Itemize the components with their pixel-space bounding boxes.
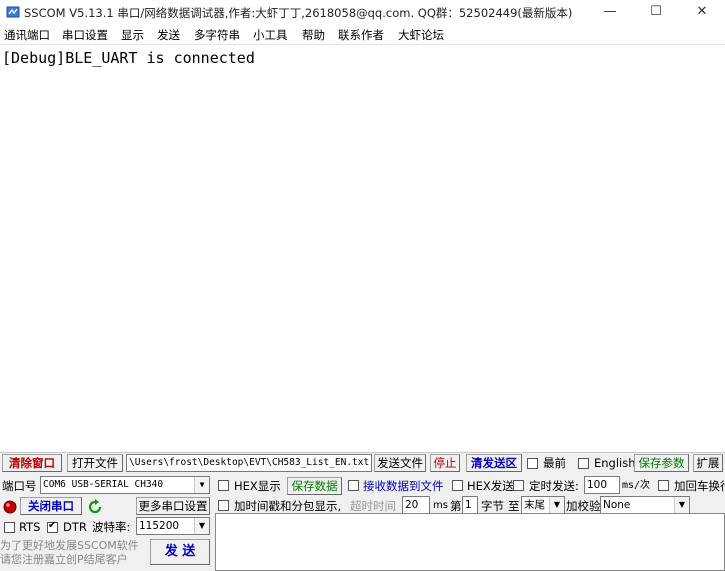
chevron-down-icon: ▼ xyxy=(194,518,209,534)
end-select[interactable]: 末尾 ▼ xyxy=(521,496,565,514)
app-icon xyxy=(6,5,20,19)
front-most-label: 最前 xyxy=(543,456,566,470)
output-scrollbar[interactable] xyxy=(716,45,725,452)
byte-input[interactable]: 1 xyxy=(462,496,478,514)
hex-send-label: HEX发送 xyxy=(467,479,514,493)
menu-item-display[interactable]: 显示 xyxy=(121,27,144,43)
menu-bar: 通讯端口 串口设置 显示 发送 多字符串 小工具 帮助 联系作者 大虾论坛 xyxy=(0,24,725,45)
port-select[interactable]: COM6 USB-SERIAL CH340 ▼ xyxy=(40,476,210,494)
dtr-checkbox[interactable] xyxy=(47,520,58,533)
rts-checkbox[interactable] xyxy=(4,522,15,533)
file-path-field[interactable]: \Users\frost\Desktop\EVT\CH583_List_EN.t… xyxy=(126,454,372,472)
recv-to-file-checkbox[interactable] xyxy=(348,480,359,491)
front-most-checkbox[interactable] xyxy=(527,458,538,469)
save-params-button[interactable]: 保存参数 xyxy=(634,454,689,472)
refresh-icon[interactable] xyxy=(87,499,103,515)
baud-select[interactable]: 115200 ▼ xyxy=(136,517,210,535)
receive-output-area[interactable]: [Debug]BLE_UART is connected xyxy=(0,45,725,452)
expand-button[interactable]: 扩展 xyxy=(693,454,723,472)
timestamp-label: 加时间戳和分包显示, xyxy=(234,499,342,513)
timed-send-checkbox[interactable] xyxy=(513,480,524,491)
menu-item-multi-string[interactable]: 多字符串 xyxy=(194,27,240,43)
port-label: 端口号 xyxy=(2,479,37,493)
promo-line-2: 请您注册嘉立创P结尾客户 xyxy=(0,553,128,566)
menu-item-contact[interactable]: 联系作者 xyxy=(338,27,384,43)
close-port-button[interactable]: 关闭串口 xyxy=(20,497,82,515)
byte-label: 字节 xyxy=(481,499,504,513)
checksum-label: 加校验 xyxy=(566,499,601,513)
minimize-button[interactable]: — xyxy=(587,0,633,24)
to-label: 至 xyxy=(508,499,520,513)
more-settings-button[interactable]: 更多串口设置 xyxy=(136,497,210,515)
menu-item-port[interactable]: 通讯端口 xyxy=(4,27,50,43)
port-value: COM6 USB-SERIAL CH340 xyxy=(43,479,164,490)
baud-value: 115200 xyxy=(139,520,180,532)
clear-send-button[interactable]: 清发送区 xyxy=(466,454,522,472)
menu-item-forum[interactable]: 大虾论坛 xyxy=(398,27,444,43)
add-crlf-checkbox[interactable] xyxy=(658,480,669,491)
byte-prefix: 第 xyxy=(450,499,462,513)
open-file-button[interactable]: 打开文件 xyxy=(67,454,123,472)
english-checkbox[interactable] xyxy=(578,458,589,469)
timeout-label: 超时时间 xyxy=(350,499,396,513)
chevron-down-icon: ▼ xyxy=(194,477,209,493)
title-bar: SSCOM V5.13.1 串口/网络数据调试器,作者:大虾丁丁,2618058… xyxy=(0,0,725,24)
chevron-down-icon: ▼ xyxy=(549,497,564,513)
save-data-button[interactable]: 保存数据 xyxy=(287,477,342,495)
end-value: 末尾 xyxy=(524,499,545,511)
clear-window-button[interactable]: 清除窗口 xyxy=(2,454,62,472)
timeout-unit: ms xyxy=(433,500,448,511)
interval-unit: ms/次 xyxy=(622,480,651,491)
chevron-down-icon: ▼ xyxy=(674,497,689,513)
interval-input[interactable]: 100 xyxy=(584,476,620,494)
timeout-input[interactable]: 20 xyxy=(402,496,430,514)
timed-send-label: 定时发送: xyxy=(529,479,579,493)
menu-item-send[interactable]: 发送 xyxy=(157,27,180,43)
checksum-select[interactable]: None ▼ xyxy=(600,496,690,514)
timestamp-checkbox[interactable] xyxy=(218,500,229,511)
stop-button[interactable]: 停止 xyxy=(430,454,460,472)
english-label: English xyxy=(594,456,636,470)
menu-item-help[interactable]: 帮助 xyxy=(302,27,325,43)
menu-item-serial-settings[interactable]: 串口设置 xyxy=(62,27,108,43)
recv-to-file-label: 接收数据到文件 xyxy=(363,479,444,493)
hex-send-checkbox[interactable] xyxy=(452,480,463,491)
output-line: [Debug]BLE_UART is connected xyxy=(2,49,255,67)
send-file-button[interactable]: 发送文件 xyxy=(374,454,426,472)
checksum-value: None xyxy=(603,499,631,511)
window-title: SSCOM V5.13.1 串口/网络数据调试器,作者:大虾丁丁,2618058… xyxy=(24,6,573,20)
hex-display-checkbox[interactable] xyxy=(218,480,229,491)
maximize-button[interactable]: ☐ xyxy=(633,0,679,24)
dtr-label: DTR xyxy=(63,520,87,534)
rts-label: RTS xyxy=(19,520,41,534)
baud-label: 波特率: xyxy=(92,520,131,534)
port-status-icon xyxy=(3,500,17,514)
add-crlf-label: 加回车换行 xyxy=(674,479,725,493)
close-button[interactable]: ✕ xyxy=(679,0,725,24)
send-text-area[interactable] xyxy=(215,513,725,571)
hex-display-label: HEX显示 xyxy=(234,479,281,493)
menu-item-tools[interactable]: 小工具 xyxy=(253,27,288,43)
send-button[interactable]: 发 送 xyxy=(150,539,210,565)
